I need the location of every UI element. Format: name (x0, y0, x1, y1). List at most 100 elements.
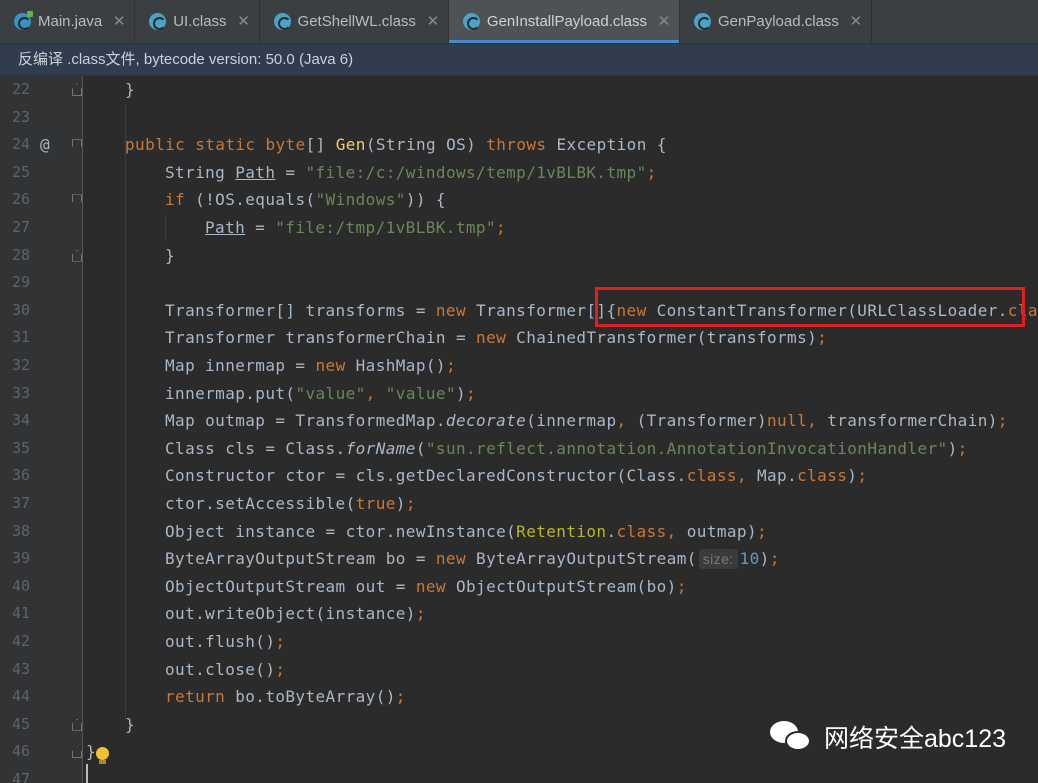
code-text: Object instance = ctor.newInstance(Reten… (165, 521, 768, 541)
line-number: 32 (11, 356, 30, 374)
code-line: 31 Transformer transformerChain = new Ch… (0, 324, 1038, 352)
code-line: 32 Map innermap = new HashMap(); (0, 352, 1038, 380)
fold-end-icon[interactable] (72, 746, 82, 759)
line-number: 38 (11, 521, 30, 540)
tab-getshellwl-class[interactable]: GetShellWL.class ✕ (260, 0, 449, 43)
code-line: 25 String Path = "file:/c:/windows/temp/… (0, 159, 1038, 187)
code-text: Transformer transformerChain = new Chain… (165, 328, 828, 348)
code-line: 24 @ public static byte[] Gen(String OS)… (0, 131, 1038, 159)
code-line: 47 (0, 766, 1038, 783)
code-line: 36 Constructor ctor = cls.getDeclaredCon… (0, 462, 1038, 490)
code-line: 40 ObjectOutputStream out = new ObjectOu… (0, 573, 1038, 601)
code-line: 23 (0, 104, 1038, 132)
java-class-icon (14, 10, 33, 30)
line-number: 41 (11, 604, 30, 623)
code-text: Path = "file:/tmp/1vBLBK.tmp"; (205, 218, 507, 237)
parameter-hint: size: (698, 549, 738, 570)
code-text: ByteArrayOutputStream bo = new ByteArray… (165, 549, 780, 570)
line-number: 47 (11, 770, 30, 783)
compiled-class-icon (273, 12, 291, 30)
code-text: ctor.setAccessible(true); (165, 494, 416, 513)
code-line: 37 ctor.setAccessible(true); (0, 490, 1038, 518)
tab-genpayload-class[interactable]: GenPayload.class ✕ (680, 0, 872, 43)
code-text: } (125, 80, 136, 99)
code-text: Map innermap = new HashMap(); (165, 356, 456, 375)
fold-end-icon[interactable] (72, 718, 82, 731)
code-line: 42 out.flush(); (0, 628, 1038, 656)
highlight-box (595, 287, 1025, 327)
code-line: 39 ByteArrayOutputStream bo = new ByteAr… (0, 545, 1038, 573)
text-caret (86, 764, 88, 783)
code-text: } (165, 245, 176, 265)
tab-label: UI.class (173, 12, 227, 30)
code-line: 41 out.writeObject(instance); (0, 600, 1038, 628)
code-line: 43 out.close(); (0, 656, 1038, 684)
line-number: 45 (11, 714, 30, 733)
close-icon[interactable]: ✕ (426, 12, 440, 30)
line-number: 36 (11, 466, 30, 485)
code-line: 38 Object instance = ctor.newInstance(Re… (0, 518, 1038, 546)
code-text: if (!OS.equals("Windows")) { (165, 190, 446, 210)
decompiled-info-banner: 反编译 .class文件, bytecode version: 50.0 (Ja… (0, 44, 1038, 76)
code-line: 44 return bo.toByteArray(); (0, 683, 1038, 711)
fold-open-icon[interactable] (72, 139, 82, 152)
line-number: 43 (11, 659, 30, 678)
code-text: Constructor ctor = cls.getDeclaredConstr… (165, 466, 868, 486)
line-number: 23 (11, 107, 30, 126)
line-number: 31 (11, 328, 30, 347)
line-number: 26 (11, 190, 30, 209)
wechat-logo-icon (768, 717, 814, 757)
code-text: Map outmap = TransformedMap.decorate(inn… (165, 411, 1008, 431)
fold-end-icon[interactable] (72, 84, 82, 96)
code-line: 27 Path = "file:/tmp/1vBLBK.tmp"; (0, 214, 1038, 242)
watermark-text: 网络安全abc123 (824, 725, 1007, 753)
line-number: 40 (11, 576, 30, 595)
compiled-class-icon (149, 12, 167, 30)
code-line: 34 Map outmap = TransformedMap.decorate(… (0, 407, 1038, 435)
code-text: Class cls = Class.forName("sun.reflect.a… (165, 438, 968, 458)
code-text: ObjectOutputStream out = new ObjectOutpu… (165, 576, 687, 596)
close-icon[interactable]: ✕ (237, 12, 251, 30)
compiled-class-icon (462, 12, 480, 30)
code-text: } (86, 742, 97, 762)
code-editor[interactable]: 22 } 23 24 @ public static byte[] Gen(St… (0, 76, 1038, 783)
tab-main-java[interactable]: Main.java ✕ (0, 0, 136, 43)
close-icon[interactable]: ✕ (112, 12, 126, 30)
code-text: } (125, 714, 136, 734)
line-number: 22 (11, 80, 30, 98)
tab-label: GetShellWL.class (297, 12, 416, 30)
close-icon[interactable]: ✕ (657, 12, 671, 30)
code-text: out.flush(); (165, 632, 286, 651)
tab-ui-class[interactable]: UI.class ✕ (135, 0, 260, 43)
code-text: String Path = "file:/c:/windows/temp/1vB… (165, 162, 657, 182)
fold-end-icon[interactable] (72, 249, 82, 262)
line-number: 44 (11, 687, 30, 706)
code-text: return bo.toByteArray(); (165, 687, 406, 707)
close-icon[interactable]: ✕ (849, 12, 863, 30)
line-number: 35 (11, 438, 30, 457)
tab-label: GenPayload.class (718, 12, 839, 30)
code-text: out.writeObject(instance); (165, 604, 426, 624)
code-line: 28 } (0, 242, 1038, 270)
lightbulb-icon[interactable] (96, 747, 109, 765)
override-marker-icon[interactable]: @ (40, 131, 50, 159)
line-number: 33 (11, 383, 30, 402)
code-line: 22 } (0, 76, 1038, 104)
tab-label: Main.java (38, 12, 103, 30)
line-number: 27 (11, 218, 30, 236)
line-number: 39 (11, 549, 30, 568)
line-number: 30 (11, 300, 30, 319)
fold-open-icon[interactable] (72, 194, 82, 207)
editor-tab-bar: Main.java ✕ UI.class ✕ GetShellWL.class … (0, 0, 1038, 44)
line-number: 28 (11, 245, 30, 264)
code-line: 33 innermap.put("value", "value"); (0, 380, 1038, 408)
code-line: 26 if (!OS.equals("Windows")) { (0, 186, 1038, 214)
line-number: 24 (11, 135, 30, 154)
tab-label: GenInstallPayload.class (486, 12, 648, 30)
line-number: 42 (11, 632, 30, 650)
tab-geninstallpayload-class[interactable]: GenInstallPayload.class ✕ (448, 0, 681, 43)
code-line: 35 Class cls = Class.forName("sun.reflec… (0, 435, 1038, 463)
line-number: 29 (11, 273, 30, 292)
line-number: 25 (11, 162, 30, 181)
line-number: 34 (11, 411, 30, 430)
